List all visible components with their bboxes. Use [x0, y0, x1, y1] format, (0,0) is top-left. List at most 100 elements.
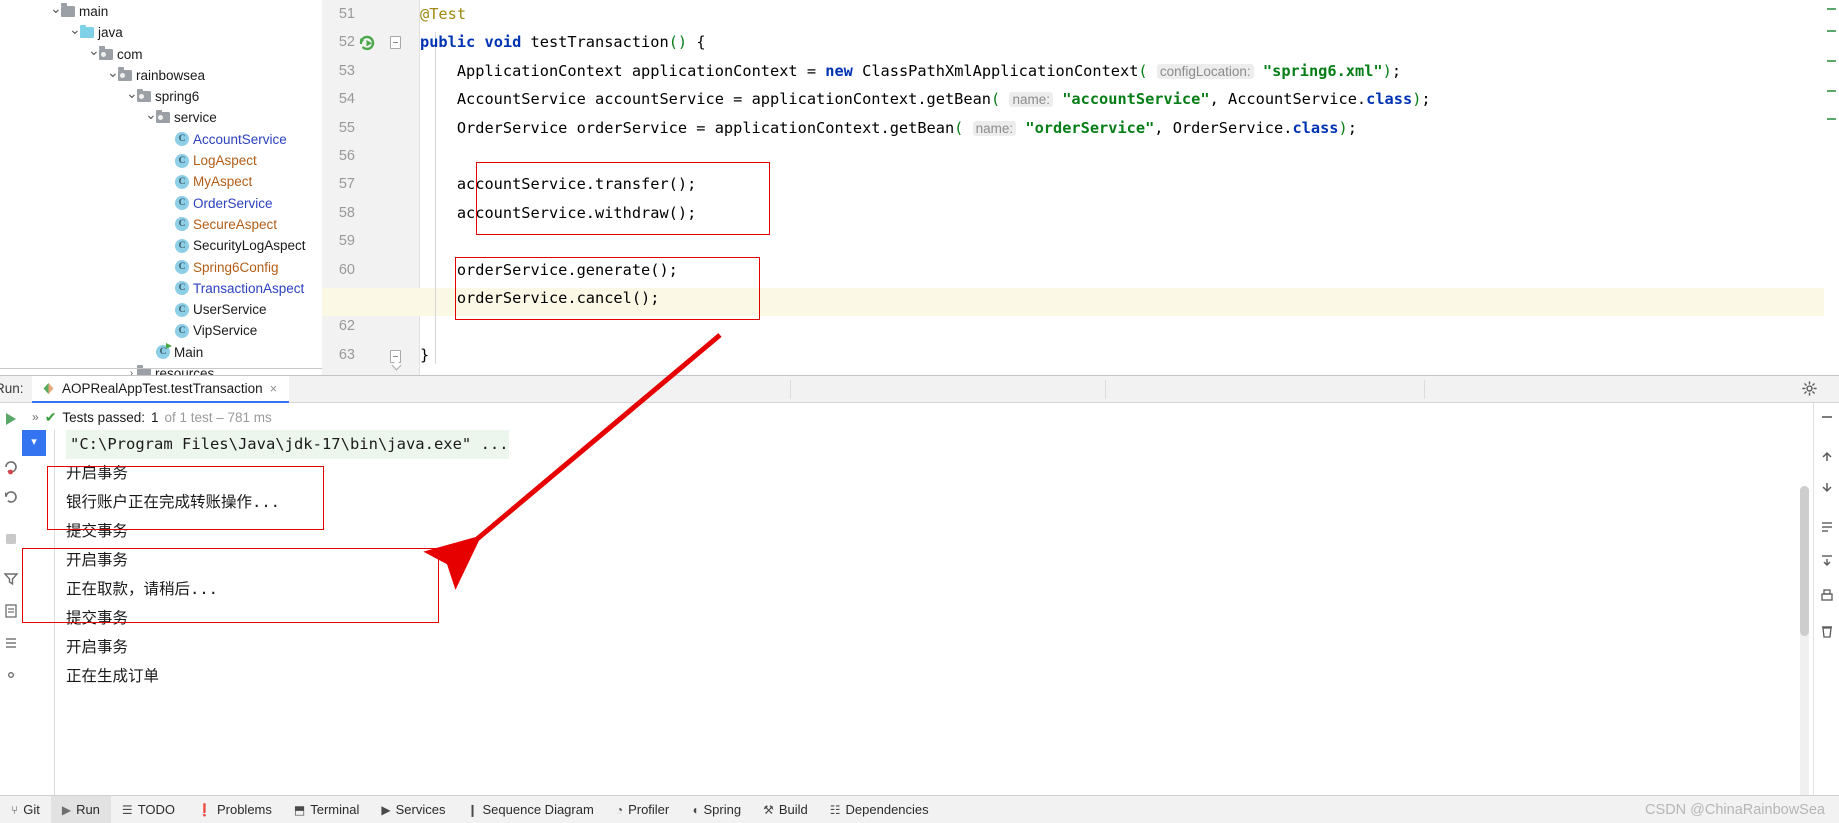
tree-node-secureaspect[interactable]: C SecureAspect — [0, 213, 322, 234]
tree-node-service[interactable]: ⌄ service — [0, 106, 322, 127]
todo-icon: ☰ — [121, 802, 133, 817]
stripe-mark — [1827, 90, 1836, 92]
scroll-down-icon[interactable] — [1819, 479, 1835, 495]
tree-node-vipservice[interactable]: C VipService — [0, 319, 322, 340]
status-bar-item-services[interactable]: ▶ Services — [370, 796, 456, 823]
print-icon[interactable] — [1819, 588, 1835, 604]
minimize-icon[interactable] — [1819, 409, 1835, 425]
tree-node-java[interactable]: ⌄ java — [0, 21, 322, 42]
tree-node-securitylogaspect[interactable]: C SecurityLogAspect — [0, 234, 322, 255]
status-bar-item-label: Build — [778, 802, 808, 817]
console-scrollbar[interactable] — [1800, 486, 1809, 823]
tree-node-spring6config[interactable]: C Spring6Config — [0, 256, 322, 277]
line-number: 57 — [338, 176, 355, 193]
class-icon: C — [175, 302, 189, 317]
console-fold-toggle[interactable]: ▾ — [22, 430, 46, 456]
status-bar-item-todo[interactable]: ☰ TODO — [111, 796, 186, 823]
stripe-mark — [1827, 118, 1836, 120]
chevron-down-icon[interactable]: ⌄ — [145, 104, 157, 125]
param-hint-name-2: name: — [972, 120, 1017, 136]
class-icon: C — [175, 238, 189, 253]
status-bar-item-git[interactable]: ⑂ Git — [0, 796, 51, 823]
status-bar-item-spring[interactable]: ◖ Spring — [680, 796, 752, 823]
chevron-down-icon[interactable]: ⌄ — [88, 40, 100, 61]
scroll-up-icon[interactable] — [1819, 449, 1835, 465]
status-bar-item-problems[interactable]: ❗ Problems — [186, 796, 283, 823]
param-hint-name-1: name: — [1009, 92, 1053, 108]
annotation-box-withdraw-output — [22, 548, 439, 623]
status-bar-item-build[interactable]: ⚒ Build — [752, 796, 819, 823]
status-bar-item-sequence-diagram[interactable]: ❙ Sequence Diagram — [456, 796, 604, 823]
stop-icon[interactable] — [3, 531, 19, 547]
tests-passed-detail: of 1 test – 781 ms — [164, 409, 272, 425]
type-account-service: AccountService — [456, 90, 586, 109]
tree-node-rainbowsea[interactable]: ⌄ rainbowsea — [0, 64, 322, 85]
tree-node-transactionaspect[interactable]: C TransactionAspect — [0, 277, 322, 298]
status-bar-item-label: Run — [76, 802, 100, 817]
chevron-down-icon[interactable]: ⌄ — [50, 0, 62, 19]
tree-node-orderservice[interactable]: C OrderService — [0, 192, 322, 213]
tab-divider — [790, 380, 791, 399]
run-tab-aoprealapptest[interactable]: AOPRealAppTest.testTransaction × — [32, 376, 290, 403]
scrollbar-thumb[interactable] — [1800, 486, 1809, 636]
annotation-box-account-calls — [476, 162, 770, 235]
run-test-gutter-icon[interactable] — [358, 34, 376, 52]
folder-package-icon — [99, 46, 113, 60]
status-bar-item-label: Terminal — [310, 802, 360, 817]
trash-icon[interactable] — [1819, 623, 1835, 639]
close-icon[interactable]: × — [270, 381, 278, 396]
var-account-service: accountService — [595, 90, 724, 109]
class-icon: C — [175, 174, 189, 189]
class-icon: C — [175, 132, 189, 147]
soft-wrap-icon[interactable] — [1819, 519, 1835, 535]
tree-node-main[interactable]: ⌄ main — [0, 0, 322, 21]
editor-gutter[interactable]: 51525354555657585960616263 — [322, 0, 420, 375]
caret-line-gutter-highlight — [322, 288, 420, 317]
tree-node-logaspect[interactable]: C LogAspect — [0, 149, 322, 170]
class-icon: C — [175, 323, 189, 338]
tree-node-myaspect[interactable]: C MyAspect — [0, 170, 322, 191]
status-bar-item-label: TODO — [137, 802, 176, 817]
chevron-down-icon[interactable]: ⌄ — [126, 83, 138, 104]
editor-error-stripe[interactable] — [1824, 0, 1839, 375]
keyword-class-2: class — [1292, 118, 1339, 137]
expand-all-icon[interactable] — [3, 635, 19, 651]
run-tab-bar: Run: AOPRealAppTest.testTransaction × — [0, 376, 1839, 403]
scroll-to-end-icon[interactable] — [1819, 553, 1835, 569]
chevron-down-icon[interactable]: ⌄ — [69, 19, 81, 40]
run-tool-window: Run: AOPRealAppTest.testTransaction × — [0, 375, 1839, 823]
tree-node-com[interactable]: ⌄ com — [0, 40, 322, 64]
tree-node-label: MyAspect — [193, 174, 253, 190]
tree-node-main[interactable]: C Main — [0, 341, 322, 362]
status-bar-item-profiler[interactable]: ◔ Profiler — [605, 796, 680, 823]
status-bar-item-label: Dependencies — [845, 802, 929, 817]
settings-icon[interactable] — [3, 667, 19, 683]
line-number: 59 — [338, 233, 355, 250]
gear-icon[interactable] — [1802, 381, 1817, 396]
tree-node-userservice[interactable]: C UserService — [0, 298, 322, 319]
expand-chevron-icon[interactable]: » — [32, 410, 39, 424]
tree-node-spring6[interactable]: ⌄ spring6 — [0, 85, 322, 106]
class-icon: C — [175, 260, 189, 274]
status-bar-item-terminal[interactable]: ⬒ Terminal — [283, 796, 370, 823]
tree-node-accountservice[interactable]: C AccountService — [0, 128, 322, 149]
rerun-failed-icon[interactable] — [3, 459, 19, 475]
run-right-toolbar — [1813, 403, 1839, 823]
rerun-icon[interactable] — [3, 411, 19, 427]
chevron-down-icon[interactable]: ⌄ — [107, 62, 119, 83]
filter-tests-icon[interactable] — [3, 571, 19, 587]
class-runnable-icon: C — [156, 343, 172, 360]
run-tab-label: AOPRealAppTest.testTransaction — [62, 381, 263, 396]
code-fold-marker-end[interactable] — [390, 350, 401, 363]
check-icon: ✔ — [44, 408, 57, 425]
status-bar-item-run[interactable]: ▶ Run — [50, 795, 111, 823]
status-bar-item-dependencies[interactable]: ☷ Dependencies — [819, 796, 940, 823]
console-command-line: "C:\Program Files\Java\jdk-17\bin\java.e… — [66, 430, 509, 459]
project-tree[interactable]: ⌄ main ⌄ java ⌄ com ⌄ rainbowsea ⌄ spring6 ⌄ servic… — [0, 0, 322, 375]
toggle-auto-test-icon[interactable] — [3, 489, 19, 505]
closing-brace: } — [420, 345, 430, 364]
export-icon[interactable] — [3, 603, 19, 619]
line-number: 58 — [338, 204, 355, 221]
code-fold-marker-start[interactable] — [390, 36, 401, 49]
status-bar-item-label: Sequence Diagram — [482, 802, 594, 817]
